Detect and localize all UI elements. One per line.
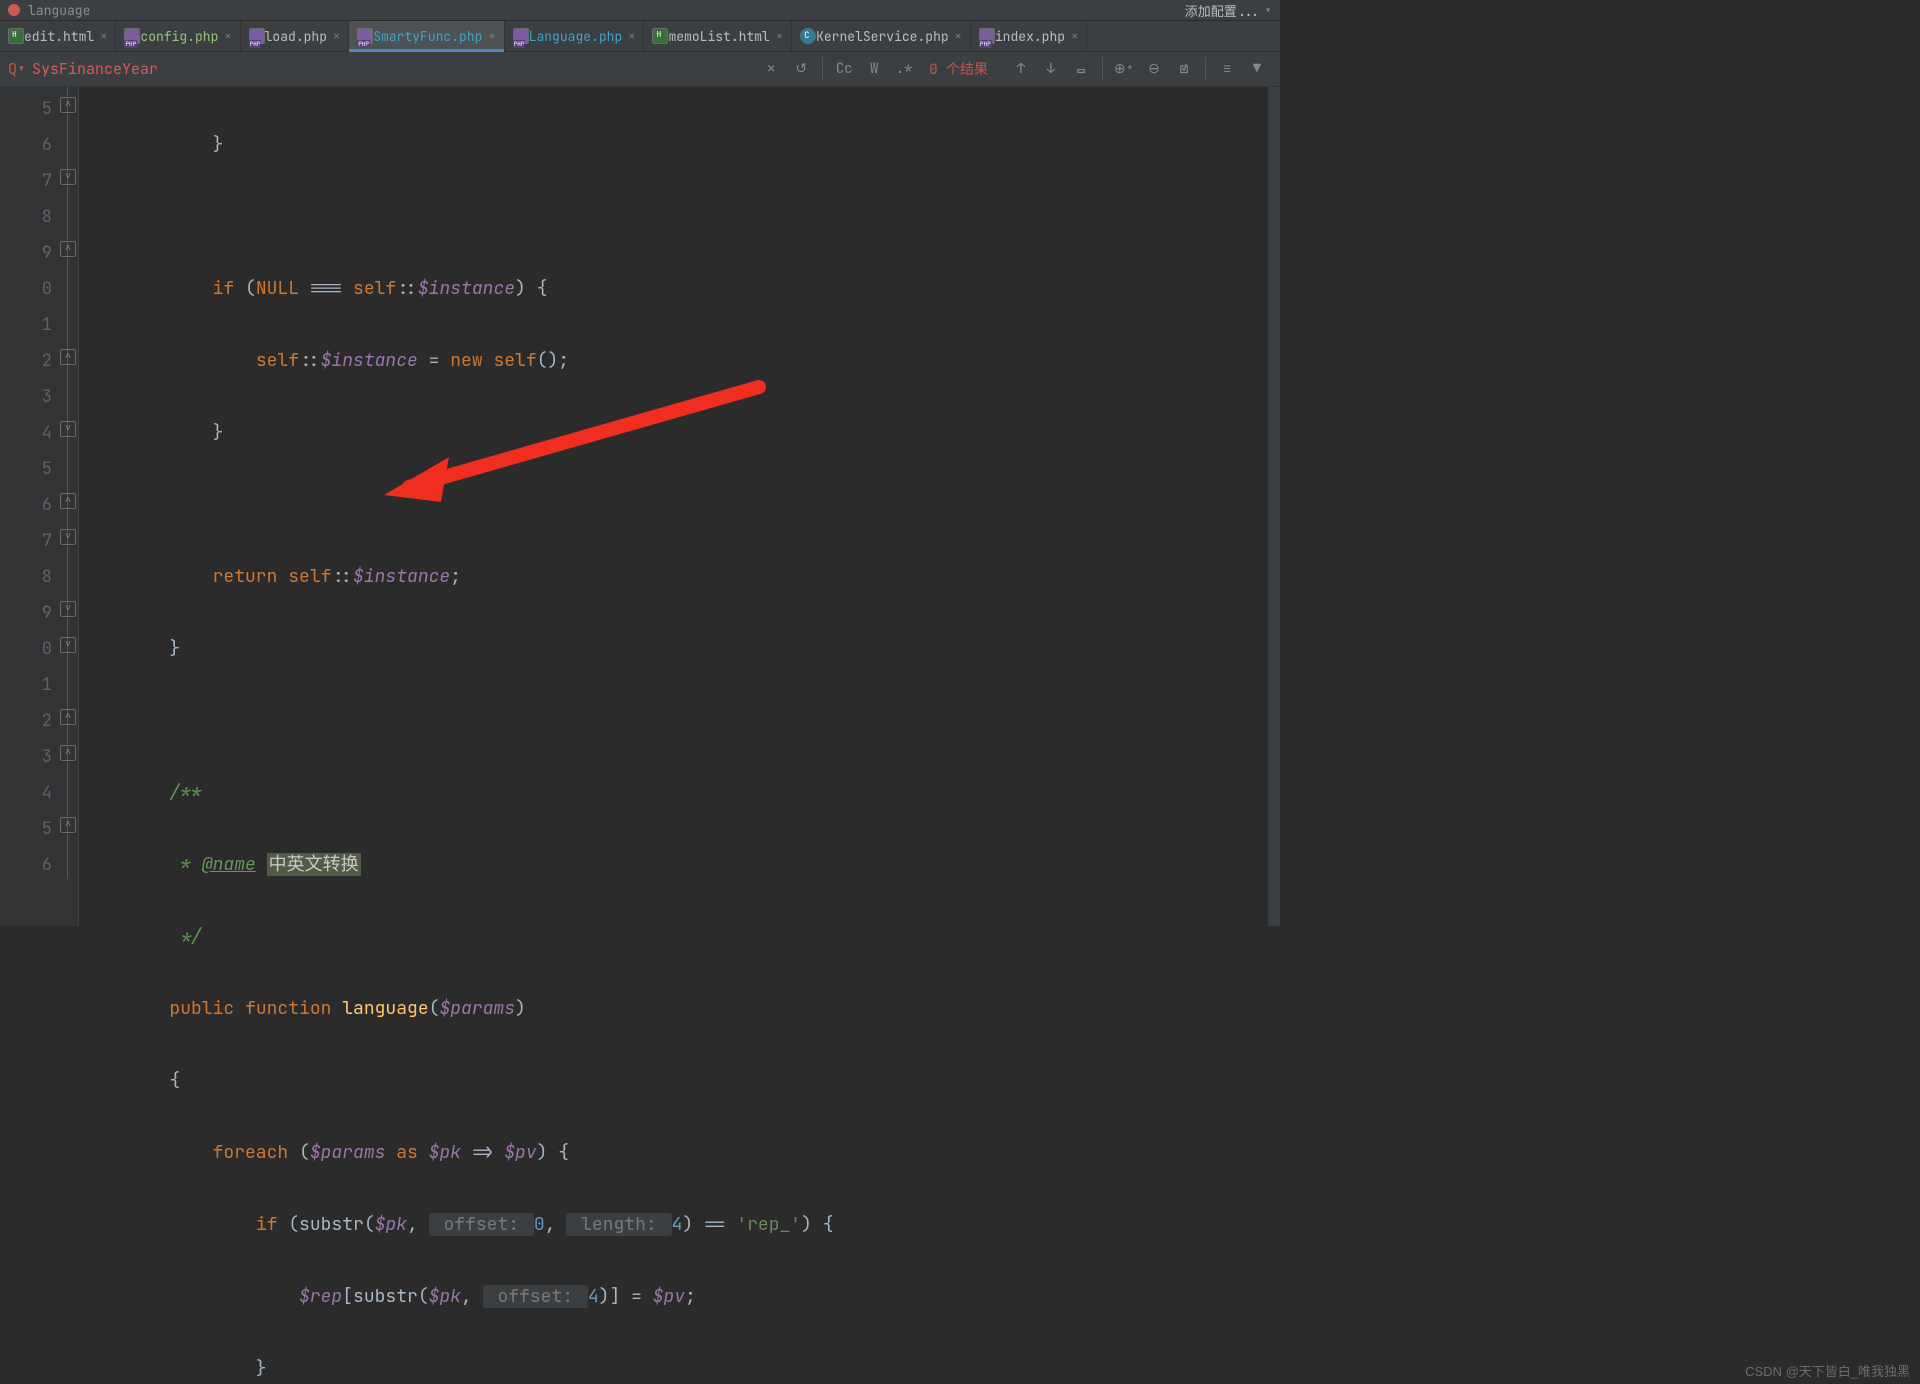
code-line: }: [79, 127, 1280, 163]
editor-tabs: edit.html × config.php × load.php × SmartyF…: [0, 21, 1280, 52]
regex-toggle[interactable]: .*: [889, 57, 919, 81]
html-file-icon: [8, 28, 24, 44]
tab-label: edit.html: [24, 28, 94, 45]
tab-label: memoList.html: [668, 28, 769, 45]
line-gutter: 5 6 7 8 9 0 1 2 3 4 5 6 7 8 9 0 1 2 3 4 …: [0, 87, 58, 926]
close-icon[interactable]: ×: [488, 28, 495, 44]
add-selection-button[interactable]: ⊕⁺: [1102, 57, 1139, 81]
php-file-icon: [979, 28, 995, 44]
php-file-icon: [357, 28, 373, 44]
tab-label: config.php: [140, 28, 218, 45]
tab-language-php[interactable]: Language.php ×: [505, 21, 645, 51]
code-line: public function language($params): [79, 991, 1280, 1027]
code-line: [79, 199, 1280, 235]
fold-close-icon[interactable]: ˄: [60, 493, 76, 509]
code-line: if (substr($pk, offset: 0, length: 4) ==…: [79, 1207, 1280, 1243]
tab-label: SmartyFunc.php: [373, 28, 482, 45]
select-all-button[interactable]: ▭: [1066, 57, 1096, 81]
select-occurrences-button[interactable]: ☑: [1169, 57, 1199, 81]
fold-open-icon[interactable]: ˅: [60, 421, 76, 437]
settings-icon[interactable]: ☰: [1205, 57, 1242, 81]
code-line: [79, 703, 1280, 739]
close-search-button[interactable]: ✕: [756, 57, 786, 81]
tab-label: index.php: [995, 28, 1065, 45]
code-editor[interactable]: 5 6 7 8 9 0 1 2 3 4 5 6 7 8 9 0 1 2 3 4 …: [0, 87, 1280, 926]
tab-config-php[interactable]: config.php ×: [116, 21, 240, 51]
code-line: $rep[substr($pk, offset: 4)] = $pv;: [79, 1279, 1280, 1315]
add-config-button[interactable]: 添加配置...: [1185, 1, 1260, 20]
code-line: return self::$instance;: [79, 559, 1280, 595]
tab-index-php[interactable]: index.php ×: [971, 21, 1087, 51]
code-line: */: [79, 919, 1280, 955]
chevron-down-icon[interactable]: ▾: [1264, 2, 1272, 19]
fold-close-icon[interactable]: ˄: [60, 349, 76, 365]
php-file-icon: [124, 28, 140, 44]
scrollbar[interactable]: [1268, 87, 1280, 926]
code-line: [79, 487, 1280, 523]
code-line: * @name 中英文转换: [79, 847, 1280, 883]
whole-word-toggle[interactable]: W: [859, 57, 889, 81]
close-icon[interactable]: ×: [776, 28, 783, 44]
close-icon[interactable]: ×: [1071, 28, 1078, 44]
fold-close-icon[interactable]: ˄: [60, 817, 76, 833]
close-icon[interactable]: ×: [955, 28, 962, 44]
close-icon[interactable]: ×: [224, 28, 231, 44]
doc-annotation: 中英文转换: [267, 853, 361, 876]
fold-open-icon[interactable]: ˅: [60, 529, 76, 545]
method-icon: [8, 4, 20, 16]
next-match-button[interactable]: ↓: [1036, 57, 1066, 81]
fold-open-icon[interactable]: ˅: [60, 637, 76, 653]
fold-close-icon[interactable]: ˄: [60, 241, 76, 257]
code-line: if (NULL === self::$instance) {: [79, 271, 1280, 307]
code-line: /**: [79, 775, 1280, 811]
code-line: }: [79, 631, 1280, 667]
search-icon[interactable]: Q▾: [8, 59, 26, 79]
close-icon[interactable]: ×: [100, 28, 107, 44]
fold-open-icon[interactable]: ˅: [60, 169, 76, 185]
inlay-hint: offset:: [429, 1213, 534, 1236]
find-bar: Q▾ ✕ ↺ Cc W .* 0 个结果 ↑ ↓ ▭ ⊕⁺ ⊖ ☑ ☰ ▼: [0, 52, 1280, 87]
fold-close-icon[interactable]: ˄: [60, 709, 76, 725]
tab-label: load.php: [265, 28, 327, 45]
tab-label: Language.php: [529, 28, 623, 45]
filter-icon[interactable]: ▼: [1242, 57, 1272, 81]
fold-gutter[interactable]: ˄ ˅ ˄ ˄ ˅ ˄ ˅ ˅ ˅ ˄ ˄ ˄: [58, 87, 79, 926]
breadcrumb-method[interactable]: language: [28, 2, 90, 19]
tab-load-php[interactable]: load.php ×: [241, 21, 350, 51]
search-results-count: 0 个结果: [929, 59, 988, 79]
prev-match-button[interactable]: ↑: [1006, 57, 1036, 81]
code-line: foreach ($params as $pk => $pv) {: [79, 1135, 1280, 1171]
search-input[interactable]: [30, 58, 474, 80]
code-line: }: [79, 415, 1280, 451]
fold-close-icon[interactable]: ˄: [60, 97, 76, 113]
code-line: self::$instance = new self();: [79, 343, 1280, 379]
php-file-icon: [513, 28, 529, 44]
close-icon[interactable]: ×: [628, 28, 635, 44]
remove-selection-button[interactable]: ⊖: [1139, 57, 1169, 81]
inlay-hint: offset:: [483, 1285, 588, 1308]
html-file-icon: [652, 28, 668, 44]
php-file-icon: [249, 28, 265, 44]
class-file-icon: [800, 28, 816, 44]
tab-kernelservice-php[interactable]: KernelService.php ×: [792, 21, 971, 51]
fold-open-icon[interactable]: ˅: [60, 601, 76, 617]
breadcrumb-bar: language 添加配置... ▾: [0, 0, 1280, 21]
match-case-toggle[interactable]: Cc: [822, 57, 859, 81]
code-area[interactable]: } if (NULL === self::$instance) { self::…: [79, 87, 1280, 926]
tab-memolist-html[interactable]: memoList.html ×: [644, 21, 792, 51]
history-button[interactable]: ↺: [786, 57, 816, 81]
tab-label: KernelService.php: [816, 28, 949, 45]
code-line: }: [79, 1351, 1280, 1384]
tab-smartyfunc-php[interactable]: SmartyFunc.php ×: [349, 21, 504, 51]
fold-close-icon[interactable]: ˄: [60, 745, 76, 761]
close-icon[interactable]: ×: [333, 28, 340, 44]
watermark: CSDN @天下皆白_唯我独黑: [1745, 1361, 1910, 1380]
inlay-hint: length:: [566, 1213, 671, 1236]
code-line: {: [79, 1063, 1280, 1099]
tab-edit-html[interactable]: edit.html ×: [0, 21, 116, 51]
